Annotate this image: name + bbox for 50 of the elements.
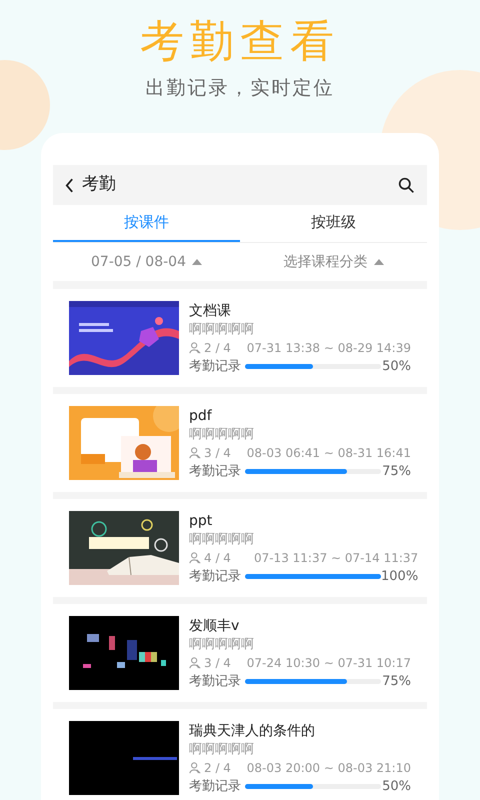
caret-icon — [192, 259, 202, 265]
banner-subtitle: 出勤记录，实时定位 — [146, 76, 334, 100]
attendance-count: 4 / 4 — [204, 550, 231, 566]
filter-dropdown[interactable]: 07-05 / 08-04 — [53, 252, 240, 272]
header-title: 考勤 — [82, 173, 116, 196]
attendance-count: 2 / 4 — [204, 340, 231, 356]
attendance-count: 2 / 4 — [204, 760, 231, 776]
filter-dropdown[interactable]: 选择课程分类 — [240, 252, 427, 272]
banner-title: 考勤查看 — [140, 15, 340, 69]
progress-percent: 50% — [382, 358, 411, 376]
time-range: 08-03 06:41 ~ 08-31 16:41 — [246, 444, 411, 462]
caret-icon — [374, 259, 384, 265]
course-card[interactable]: pdf 啊啊啊啊啊 3 / 4 08-03 06:41 ~ 08-31 16:41 考勤记录 75% — [53, 394, 427, 492]
search-icon[interactable] — [398, 176, 415, 194]
course-subtitle: 啊啊啊啊啊 — [189, 530, 255, 548]
course-subtitle: 啊啊啊啊啊 — [189, 426, 255, 444]
back-icon[interactable] — [65, 178, 74, 192]
course-card[interactable]: 瑞典天津人的条件的 啊啊啊啊啊 2 / 4 08-03 20:00 ~ 08-03 21:10 考勤记录 50% — [53, 709, 427, 800]
record-label: 考勤记录 — [189, 462, 241, 480]
record-label: 考勤记录 — [189, 358, 241, 376]
course-title: 瑞典天津人的条件的 — [189, 722, 316, 740]
record-label: 考勤记录 — [189, 778, 241, 796]
course-title: ppt — [189, 512, 214, 530]
course-title: 发顺丰v — [189, 616, 240, 636]
attendance-count: 3 / 4 — [204, 654, 231, 672]
progress-percent: 50% — [382, 778, 411, 796]
time-range: 07-31 13:38 ~ 08-29 14:39 — [246, 340, 411, 356]
course-card[interactable]: 文档课 啊啊啊啊啊 2 / 4 07-31 13:38 ~ 08-29 14:39 考勤记录 50% — [53, 289, 427, 387]
record-label: 考勤记录 — [189, 568, 241, 586]
course-subtitle: 啊啊啊啊啊 — [189, 320, 255, 338]
time-range: 07-13 11:37 ~ 07-14 11:37 — [254, 550, 418, 566]
people-icon — [189, 446, 201, 458]
people-icon — [189, 342, 201, 354]
course-title: 文档课 — [189, 302, 232, 320]
course-subtitle: 啊啊啊啊啊 — [189, 740, 255, 758]
record-label: 考勤记录 — [189, 672, 241, 690]
time-range: 08-03 20:00 ~ 08-03 21:10 — [246, 760, 411, 776]
course-card[interactable]: ppt 啊啊啊啊啊 4 / 4 07-13 11:37 ~ 07-14 11:37 考勤记录 100% — [53, 499, 427, 597]
people-icon — [189, 656, 201, 668]
attendance-count: 3 / 4 — [204, 444, 231, 462]
progress-percent: 75% — [382, 462, 411, 480]
progress-percent: 100% — [381, 568, 418, 586]
course-subtitle: 啊啊啊啊啊 — [189, 636, 255, 654]
progress-percent: 75% — [382, 672, 411, 690]
course-title: pdf — [189, 406, 213, 426]
time-range: 07-24 10:30 ~ 07-31 10:17 — [246, 654, 411, 672]
people-icon — [189, 552, 201, 564]
tab[interactable]: 按班级 — [240, 205, 427, 242]
people-icon — [189, 762, 201, 774]
course-card[interactable]: 发顺丰v 啊啊啊啊啊 3 / 4 07-24 10:30 ~ 07-31 10:17 考勤记录 75% — [53, 604, 427, 702]
